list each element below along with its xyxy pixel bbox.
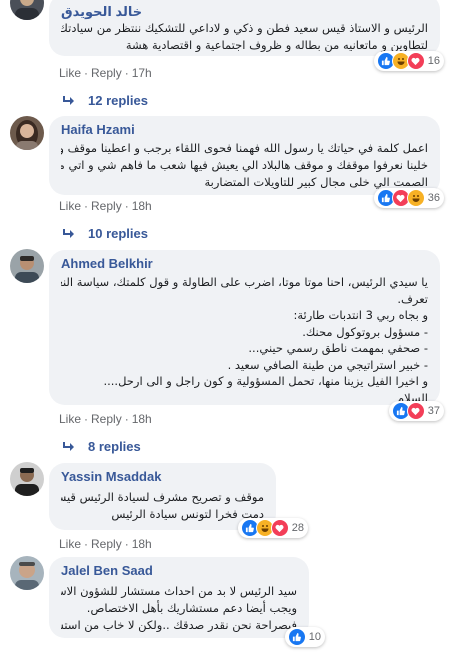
love-reaction-icon xyxy=(406,402,425,420)
reply-arrow-icon xyxy=(63,441,74,451)
reactions-summary[interactable]: 37 xyxy=(388,401,444,421)
comment-text: موقف و تصريح مشرف لسيادة الرئيس قيس سعيد… xyxy=(61,489,264,523)
comment-author[interactable]: Yassin Msaddak xyxy=(61,469,264,484)
comment-actions: Like · Reply · 18h xyxy=(59,537,152,551)
comment-author[interactable]: خالد الحويدق xyxy=(61,4,428,20)
comment-text-line: خلينا نعرفوا موقفك و موقف هالبلاد الي يع… xyxy=(61,158,428,172)
love-reaction-icon xyxy=(270,519,289,537)
replies-count[interactable]: 12 replies xyxy=(88,93,148,108)
like-button[interactable]: Like xyxy=(59,412,81,426)
replies-count[interactable]: 10 replies xyxy=(88,226,148,241)
reaction-count: 36 xyxy=(427,192,440,204)
view-replies-link[interactable]: 10 replies xyxy=(62,226,148,241)
comment-author[interactable]: Jalel Ben Saad xyxy=(61,563,297,578)
comment-actions: Like · Reply · 18h xyxy=(59,199,152,213)
comment-timestamp[interactable]: 18h xyxy=(132,412,152,426)
comment-bubble: Ahmed Belkhir يا سيدي الرئيس، احنا موتا … xyxy=(49,250,444,421)
comment-text-line: دمت فخرا لتونس سيادة الرئيس xyxy=(111,507,264,521)
comment-timestamp[interactable]: 17h xyxy=(132,66,152,80)
haha-reaction-icon xyxy=(406,189,425,207)
love-reaction-icon xyxy=(406,52,425,70)
comment-bubble: Yassin Msaddak موقف و تصريح مشرف لسيادة … xyxy=(49,463,308,538)
reaction-count: 10 xyxy=(308,631,321,643)
comment-text: اعمل كلمة في حياتك يا رسول الله فهمنا فح… xyxy=(61,140,428,191)
comment-timestamp[interactable]: 18h xyxy=(132,199,152,213)
avatar[interactable] xyxy=(10,249,44,283)
reactions-summary[interactable]: 16 xyxy=(373,51,444,71)
comment-text-line: ويجب أيضا دعم مستشاريك بأهل الاختصاص. xyxy=(86,601,297,615)
comment-text-line: تعرف. xyxy=(397,291,428,306)
comment-text-line: لتطاوين و ماتعانيه من بطاله و ظروف اجتما… xyxy=(125,38,428,52)
reaction-count: 16 xyxy=(427,55,440,67)
reaction-count: 28 xyxy=(291,522,304,534)
comment-bubble: Jalel Ben Saad سيد الرئيس لا بد من احداث… xyxy=(49,557,325,647)
comment-actions: Like · Reply · 17h xyxy=(59,66,152,80)
comment-text: سيد الرئيس لا بد من احداث مستشار للشؤون … xyxy=(61,583,297,634)
comment-author[interactable]: Ahmed Belkhir xyxy=(61,256,428,271)
like-button[interactable]: Like xyxy=(59,537,81,551)
comment-text-line: - مسؤول بروتوكول محنك. xyxy=(302,324,428,339)
comment-text-line: السلام xyxy=(397,390,428,405)
comment-text-line: الرئيس و الاستاذ قيس سعيد فطن و ذكي و لا… xyxy=(61,21,428,35)
comment-text: الرئيس و الاستاذ قيس سعيد فطن و ذكي و لا… xyxy=(61,20,428,54)
avatar[interactable] xyxy=(10,462,44,496)
comment-text-line: فبصراحة نحن نقدر صدقك ..ولكن لا خاب من ا… xyxy=(61,618,297,632)
view-replies-link[interactable]: 12 replies xyxy=(62,93,148,108)
comment-text-line: اعمل كلمة في حياتك يا رسول الله فهمنا فح… xyxy=(61,141,428,155)
reactions-summary[interactable]: 10 xyxy=(284,627,325,647)
reactions-summary[interactable]: 36 xyxy=(373,188,444,208)
reaction-count: 37 xyxy=(427,405,440,417)
reply-button[interactable]: Reply xyxy=(91,199,122,213)
view-replies-link[interactable]: 8 replies xyxy=(62,439,141,454)
comment-text-line: موقف و تصريح مشرف لسيادة الرئيس قيس سعيد xyxy=(61,490,264,504)
comment-text: يا سيدي الرئيس، احنا موتا موتا، اضرب على… xyxy=(61,274,428,406)
like-button[interactable]: Like xyxy=(59,66,81,80)
replies-count[interactable]: 8 replies xyxy=(88,439,141,454)
comment-actions: Like · Reply · 18h xyxy=(59,412,152,426)
comment-text-line: يا سيدي الرئيس، احنا موتا موتا، اضرب على… xyxy=(61,275,428,289)
avatar[interactable] xyxy=(10,0,44,20)
reactions-summary[interactable]: 28 xyxy=(237,518,308,538)
reply-button[interactable]: Reply xyxy=(91,537,122,551)
reply-arrow-icon xyxy=(63,228,74,238)
comment-author[interactable]: Haifa Hzami xyxy=(61,122,428,137)
comment-text-line: - صحفي بمهمت ناطق رسمي حيني... xyxy=(248,341,428,355)
avatar[interactable] xyxy=(10,116,44,150)
comment-text-line: - خبير استراتيجي من طينة الصافي سعيد . xyxy=(227,357,428,372)
comment-text-line: و بجاه ربي 3 انتدبات طارئة: xyxy=(293,308,428,322)
comment-bubble: خالد الحويدق الرئيس و الاستاذ قيس سعيد ف… xyxy=(49,0,444,71)
reply-arrow-icon xyxy=(63,95,74,105)
comment-text-line: سيد الرئيس لا بد من احداث مستشار للشؤون … xyxy=(61,584,297,598)
avatar[interactable] xyxy=(10,556,44,590)
reply-button[interactable]: Reply xyxy=(91,66,122,80)
like-reaction-icon xyxy=(287,628,306,646)
comment-text-line: الصمت الي خلى مجال كبير للتاويلات المتضا… xyxy=(204,175,428,189)
comment-text-line: و اخيرا الفيل يزينا منها، تحمل المسؤولية… xyxy=(103,374,428,388)
reply-button[interactable]: Reply xyxy=(91,412,122,426)
like-button[interactable]: Like xyxy=(59,199,81,213)
comment-bubble: Haifa Hzami اعمل كلمة في حياتك يا رسول ا… xyxy=(49,116,444,208)
comment-timestamp[interactable]: 18h xyxy=(132,537,152,551)
